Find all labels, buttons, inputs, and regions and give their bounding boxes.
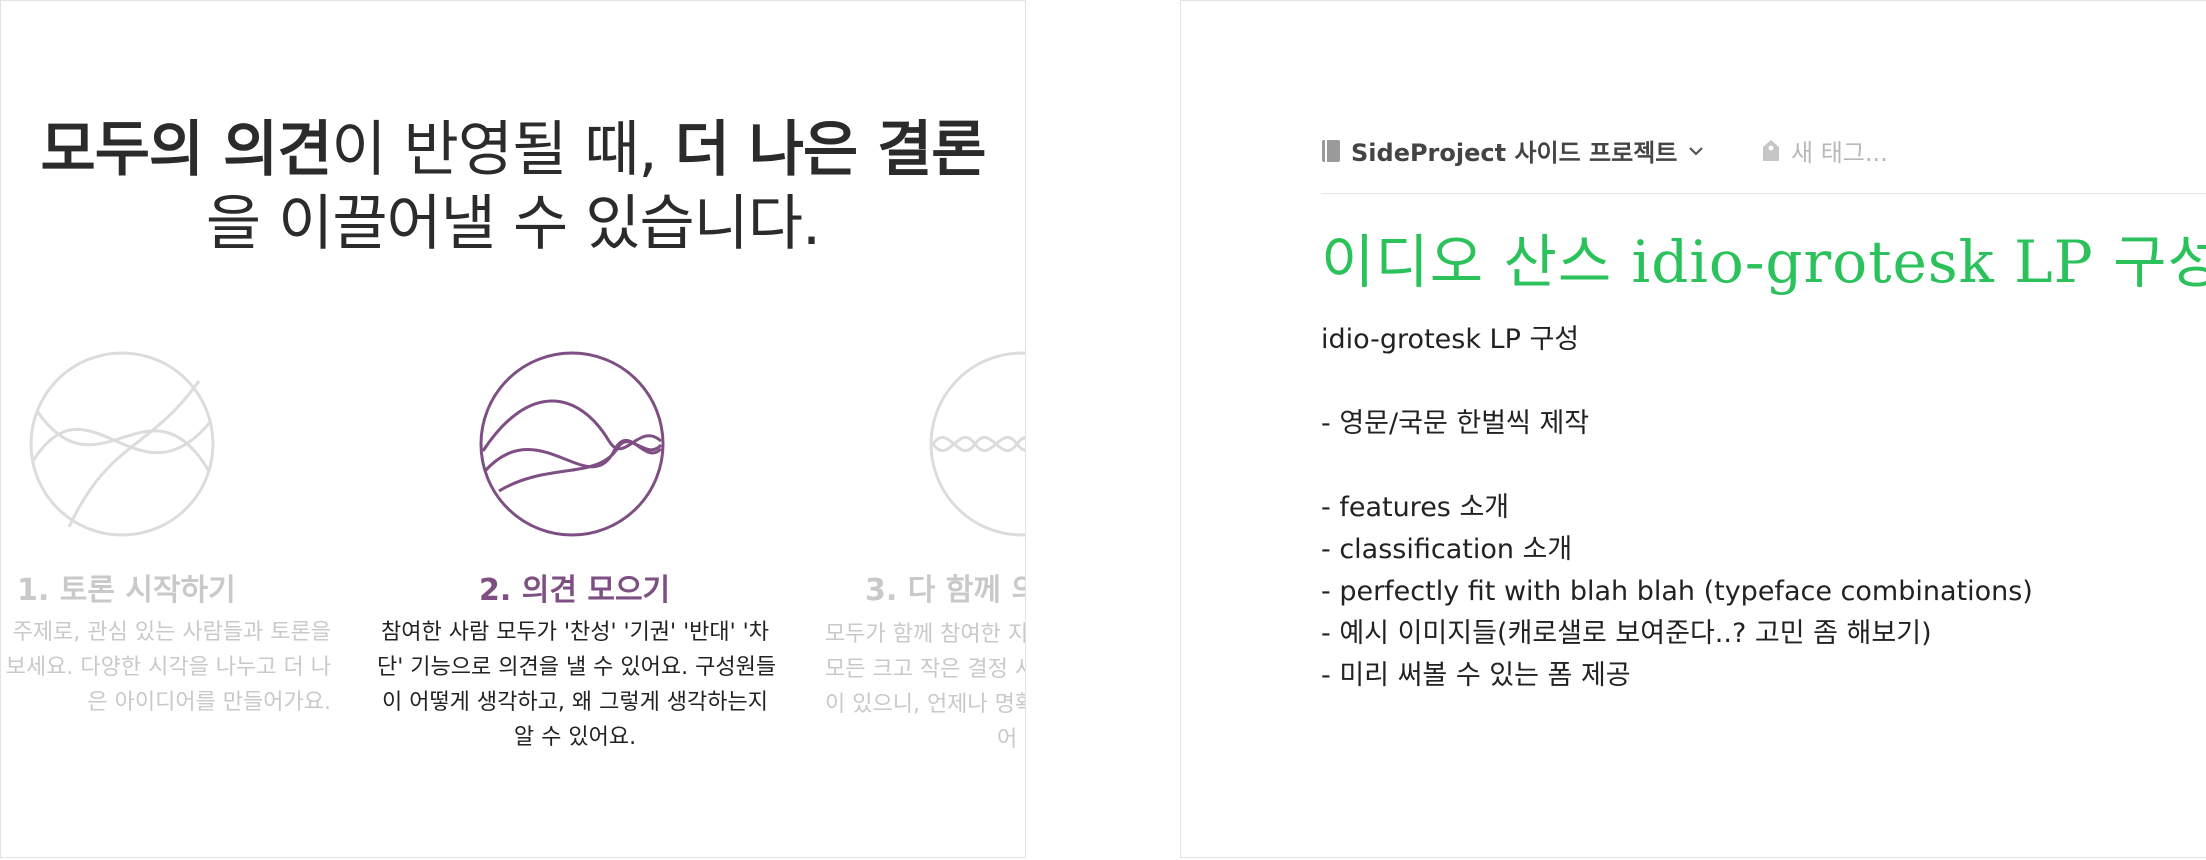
note-line	[1321, 445, 2033, 487]
step-desc-3: 모두가 함께 참여한 지 모든 크고 작은 결정 사 이 있으니, 언제나 명확…	[825, 617, 1026, 757]
note-line: - classification 소개	[1321, 534, 1573, 565]
note-line: - 예시 이미지들(캐로샐로 보여준다..? 고민 좀 해보기)	[1321, 618, 1932, 649]
step-desc-2-line: 이 어떻게 생각하고, 왜 그렇게 생각하는지	[381, 690, 769, 715]
step-desc-1: 주제로, 관심 있는 사람들과 토론을 보세요. 다양한 시각을 나누고 더 나…	[1, 615, 331, 720]
collect-opinions-icon	[479, 351, 665, 537]
add-tag-field[interactable]: 새 태그...	[1761, 133, 1888, 168]
headline-bold-1: 모두의 의견	[40, 115, 333, 185]
note-body[interactable]: idio-grotesk LP 구성 - 영문/국문 한벌씩 제작 - feat…	[1321, 319, 2033, 697]
note-line: - features 소개	[1321, 492, 1510, 523]
tag-placeholder: 새 태그...	[1791, 139, 1888, 167]
step-desc-2-line: 참여한 사람 모두가 '찬성' '기권' '반대' '차	[381, 620, 769, 645]
note-meta-bar: SideProject 사이드 프로젝트 새 태그...	[1321, 133, 2206, 194]
notebook-icon	[1322, 139, 1340, 162]
notebook-selector[interactable]: SideProject 사이드 프로젝트	[1321, 133, 1705, 168]
notebook-label: SideProject 사이드 프로젝트	[1351, 139, 1678, 167]
discussion-start-icon	[29, 351, 215, 537]
step-desc-3-line: 모두가 함께 참여한 지	[825, 622, 1026, 647]
headline-line-2: 을 이끌어낼 수 있습니다.	[205, 189, 821, 259]
step-title-1: 1. 토론 시작하기	[17, 573, 236, 608]
step-desc-1-line: 은 아이디어를 만들어가요.	[87, 690, 331, 715]
note-line	[1321, 361, 2033, 403]
note-line: - perfectly fit with blah blah (typeface…	[1321, 576, 2033, 607]
step-title-3: 3. 다 함께 의	[865, 573, 1026, 608]
step-desc-2-line: 알 수 있어요.	[513, 725, 637, 750]
note-panel: SideProject 사이드 프로젝트 새 태그... 이디오 산스 idio…	[1180, 0, 2206, 858]
landing-panel: 모두의 의견이 반영될 때, 더 나은 결론 을 이끌어낼 수 있습니다. 1.…	[0, 0, 1026, 858]
note-line: - 영문/국문 한벌씩 제작	[1321, 408, 1590, 439]
headline: 모두의 의견이 반영될 때, 더 나은 결론 을 이끌어낼 수 있습니다.	[1, 113, 1025, 261]
chevron-down-icon	[1689, 146, 1704, 156]
step-desc-3-line: 이 있으니, 언제나 명확	[825, 692, 1026, 717]
note-line: idio-grotesk LP 구성	[1321, 324, 1580, 355]
headline-text-1: 이 반영될 때,	[331, 115, 675, 185]
decide-together-icon	[929, 351, 1025, 537]
tag-icon	[1763, 139, 1779, 161]
note-line: - 미리 써볼 수 있는 폼 제공	[1321, 660, 1631, 691]
step-desc-3-line: 모든 크고 작은 결정 사	[825, 657, 1026, 682]
step-desc-1-line: 주제로, 관심 있는 사람들과 토론을	[12, 620, 331, 645]
step-desc-1-line: 보세요. 다양한 시각을 나누고 더 나	[5, 655, 331, 680]
headline-bold-2: 더 나은 결론	[674, 115, 987, 185]
step-desc-3-line: 어	[997, 727, 1018, 752]
step-desc-2-line: 단' 기능으로 의견을 낼 수 있어요. 구성원들	[377, 655, 777, 680]
note-title[interactable]: 이디오 산스 idio-grotesk LP 구성	[1321, 215, 2206, 299]
step-title-2: 2. 의견 모으기	[479, 573, 671, 608]
step-desc-2: 참여한 사람 모두가 '찬성' '기권' '반대' '차 단' 기능으로 의견을…	[377, 615, 777, 755]
